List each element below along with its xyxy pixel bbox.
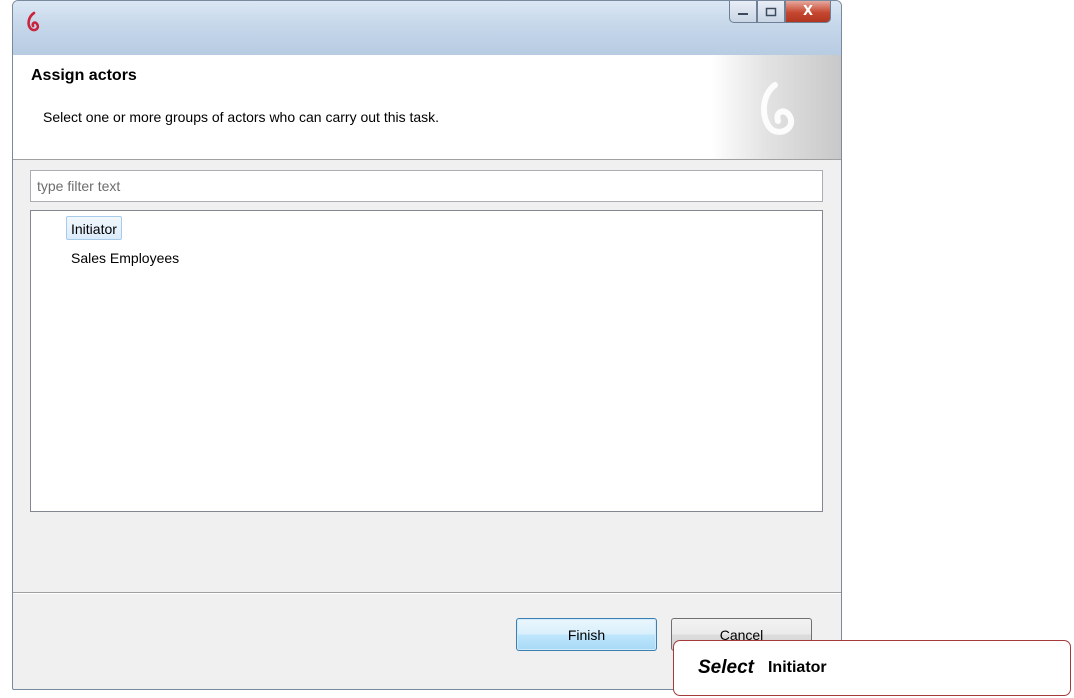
page-description: Select one or more groups of actors who … (43, 109, 440, 125)
maximize-icon (765, 7, 777, 16)
footer-divider (13, 592, 841, 594)
minimize-icon (738, 12, 748, 15)
maximize-button[interactable] (757, 1, 785, 23)
instruction-callout: Select Initiator (673, 640, 1071, 696)
app-logo-icon (23, 11, 45, 33)
close-button[interactable]: X (785, 1, 831, 23)
actors-list[interactable]: Initiator Sales Employees (30, 210, 823, 512)
callout-target: Initiator (767, 659, 827, 676)
list-item-label: Sales Employees (71, 250, 180, 266)
minimize-button[interactable] (729, 1, 757, 23)
header-banner (711, 55, 841, 159)
filter-input[interactable] (30, 170, 823, 202)
close-icon: X (802, 4, 814, 19)
list-item-sales-employees[interactable]: Sales Employees (66, 245, 184, 269)
wizard-header: Assign actors Select one or more groups … (13, 55, 841, 160)
app-logo-watermark-icon (761, 82, 794, 135)
callout-verb: Select (698, 657, 754, 678)
window-controls: X (729, 1, 831, 25)
page-title: Assign actors (31, 67, 137, 84)
list-item-label: Initiator (71, 221, 117, 237)
title-bar[interactable]: X (13, 1, 841, 56)
finish-button[interactable]: Finish (516, 618, 657, 651)
list-item-initiator[interactable]: Initiator (66, 216, 122, 240)
assign-actors-dialog: X Assign actors Select one or more group… (12, 0, 842, 690)
